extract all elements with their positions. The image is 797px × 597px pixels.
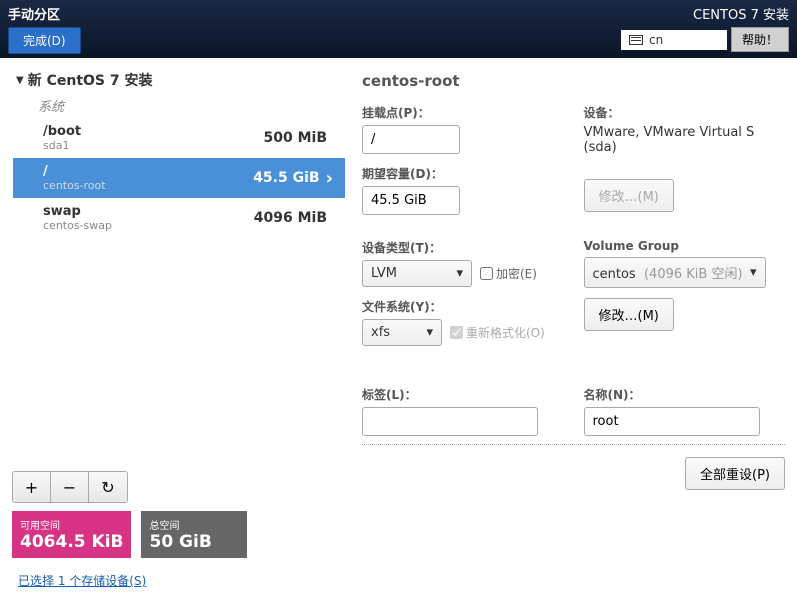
install-title[interactable]: ▼ 新 CentOS 7 安装 — [16, 70, 346, 90]
devtype-label: 设备类型(T)： — [362, 239, 564, 256]
partition-list: /boot sda1 500 MiB / centos-root 45.5 Gi… — [12, 117, 346, 239]
reload-button[interactable]: ↻ — [89, 472, 127, 502]
chevron-down-icon: ▾ — [750, 265, 757, 280]
product-title: CENTOS 7 安装 — [621, 4, 789, 23]
keyboard-icon — [629, 35, 643, 45]
fs-select[interactable]: xfs ▾ — [362, 319, 442, 346]
encrypt-checkbox[interactable]: 加密(E) — [480, 265, 537, 282]
name-label: 名称(N)： — [584, 386, 786, 403]
help-button[interactable]: 帮助！ — [731, 27, 789, 52]
reformat-checkbox: 重新格式化(O) — [450, 324, 545, 341]
vg-modify-button[interactable]: 修改…(M) — [584, 298, 674, 331]
name-input[interactable] — [584, 407, 760, 436]
chevron-right-icon: › — [326, 168, 333, 189]
partition-row-boot[interactable]: /boot sda1 500 MiB — [13, 118, 345, 158]
capacity-input[interactable] — [362, 186, 460, 215]
device-label: 设备： — [584, 104, 786, 121]
chevron-down-icon: ▾ — [456, 266, 463, 281]
reset-all-button[interactable]: 全部重设(P) — [685, 457, 785, 490]
devtype-select[interactable]: LVM ▾ — [362, 260, 472, 287]
available-space: 可用空间 4064.5 KiB — [12, 511, 131, 558]
tag-input[interactable] — [362, 407, 538, 436]
fs-label: 文件系统(Y)： — [362, 298, 564, 315]
vg-select[interactable]: centos (4096 KiB 空闲) ▾ — [584, 257, 766, 288]
chevron-down-icon: ▾ — [426, 325, 433, 340]
page-title: 手动分区 — [8, 4, 621, 23]
total-space: 总空间 50 GiB — [141, 511, 247, 558]
category-label: 系统 — [38, 96, 346, 115]
chevron-down-icon: ▼ — [16, 75, 24, 86]
done-button[interactable]: 完成(D) — [8, 27, 81, 54]
capacity-label: 期望容量(D)： — [362, 165, 564, 182]
device-text: VMware, VMware Virtual S (sda) — [584, 125, 786, 155]
modify-device-button: 修改…(M) — [584, 179, 674, 212]
remove-partition-button[interactable]: − — [51, 472, 89, 502]
partition-row-root[interactable]: / centos-root 45.5 GiB › — [13, 158, 345, 198]
mount-label: 挂载点(P)： — [362, 104, 564, 121]
partition-row-swap[interactable]: swap centos-swap 4096 MiB — [13, 198, 345, 238]
right-title: centos-root — [362, 72, 785, 90]
tag-label: 标签(L)： — [362, 386, 564, 403]
storage-devices-link[interactable]: 已选择 1 个存储设备(S) — [18, 572, 346, 589]
keyboard-layout[interactable]: cn — [621, 30, 727, 50]
layout-code: cn — [649, 33, 663, 47]
vg-label: Volume Group — [584, 239, 786, 253]
mount-input[interactable] — [362, 125, 460, 154]
add-partition-button[interactable]: + — [13, 472, 51, 502]
